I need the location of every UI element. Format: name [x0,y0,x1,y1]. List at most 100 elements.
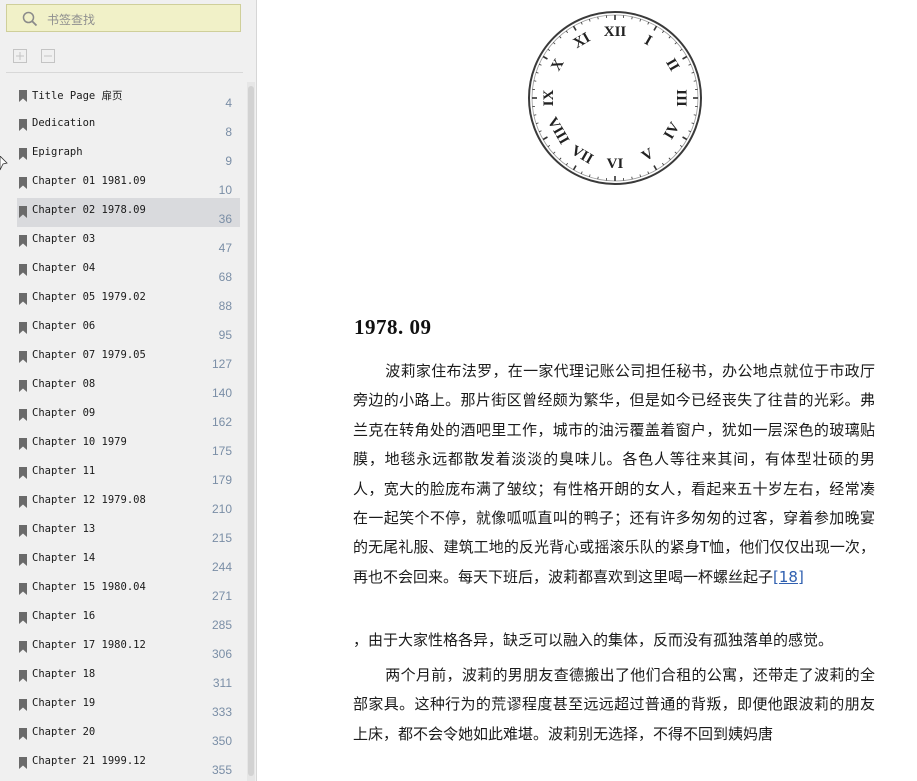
clock-tick [631,176,633,180]
bookmark-label: Chapter 09 [32,407,96,419]
bookmark-label: Chapter 08 [32,378,96,390]
bookmark-page-number: 8 [225,125,232,139]
bookmark-item[interactable]: Chapter 02 1978.09 36 [17,198,240,227]
bookmark-icon [19,641,27,653]
bookmark-page-number: 311 [212,676,232,690]
bookmark-item[interactable]: Chapter 14 244 [17,546,240,575]
bookmark-search-box[interactable] [6,4,241,32]
bookmark-label: Chapter 10 1979 [32,436,127,448]
bookmark-item[interactable]: Chapter 16 285 [17,604,240,633]
clock-numeral: VI [607,156,624,172]
clock-tick [597,16,599,20]
paragraph-1: 波莉家住布法罗，在一家代理记账公司担任秘书，办公地点就位于市政厅旁边的小路上。那… [353,357,875,592]
bookmark-item[interactable]: Title Page 扉页 4 [17,82,240,111]
bookmark-label: Chapter 15 1980.04 [32,581,146,593]
bookmark-label: Chapter 03 [32,233,96,245]
bookmark-icon [19,525,27,537]
bookmark-page-number: 36 [218,212,232,226]
clock-tick [533,114,537,116]
bookmark-page-number: 10 [218,183,232,197]
bookmark-label: Chapter 16 [32,610,96,622]
clock-tick [533,80,537,82]
bookmark-label: Chapter 05 1979.02 [32,291,146,303]
bookmark-item[interactable]: Chapter 04 68 [17,256,240,285]
bookmark-item[interactable]: Chapter 05 1979.02 88 [17,285,240,314]
bookmark-page-number: 179 [211,473,232,487]
bookmark-label: Chapter 17 1980.12 [32,639,146,651]
bookmark-item[interactable]: Chapter 03 47 [17,227,240,256]
bookmark-page-number: 162 [211,415,232,429]
bookmark-page-number: 95 [218,328,232,342]
bookmark-icon [19,90,27,102]
scrollbar-thumb[interactable] [248,86,254,776]
bookmark-item[interactable]: Chapter 10 1979 175 [17,430,240,459]
bookmark-item[interactable]: Chapter 09 162 [17,401,240,430]
bookmark-page-number: 333 [211,705,232,719]
bookmark-item[interactable]: Dedication 8 [17,111,240,140]
bookmark-icon [19,322,27,334]
bookmark-item[interactable]: Chapter 18 311 [17,662,240,691]
bookmark-icon [19,728,27,740]
bookmark-page-number: 350 [211,734,232,748]
bookmark-icon [19,496,27,508]
paragraph-2-text: 两个月前，波莉的男朋友查德搬出了他们合租的公寓，还带走了波莉的全部家具。这种行为… [353,666,875,743]
bookmark-label: Epigraph [32,146,83,158]
bookmark-item[interactable]: Chapter 07 1979.05 127 [17,343,240,372]
bookmark-label: Chapter 02 1978.09 [32,204,146,216]
bookmark-item[interactable]: Chapter 06 95 [17,314,240,343]
bookmark-icon [19,293,27,305]
bookmark-label: Chapter 19 [32,697,96,709]
bookmark-page-number: 68 [218,270,232,284]
collapse-bookmarks-icon[interactable] [40,48,56,64]
bookmark-page-number: 47 [218,241,232,255]
clock-numeral: IX [541,89,557,106]
bookmark-icon [19,264,27,276]
bookmark-page-number: 175 [211,444,232,458]
paragraph-1-text: 波莉家住布法罗，在一家代理记账公司担任秘书，办公地点就位于市政厅旁边的小路上。那… [353,362,875,586]
bookmark-icon [19,380,27,392]
bookmark-item[interactable]: Chapter 01 1981.09 10 [17,169,240,198]
bookmark-label: Chapter 21 1999.12 [32,755,146,767]
clock-tick [693,80,697,82]
bookmark-item[interactable]: Chapter 17 1980.12 306 [17,633,240,662]
expand-bookmarks-icon[interactable] [12,48,28,64]
bookmark-page-number: 127 [211,357,232,371]
bookmark-icon [19,409,27,421]
bookmark-label: Chapter 13 [32,523,96,535]
footnote-link[interactable]: [18] [773,568,804,586]
bookmark-page-number: 244 [211,560,232,574]
bookmark-item[interactable]: Chapter 20 350 [17,720,240,749]
bookmark-item[interactable]: Chapter 19 333 [17,691,240,720]
search-icon [22,11,38,27]
bookmark-item[interactable]: Chapter 21 1999.12 355 [17,749,240,778]
bookmark-page-number: 210 [211,502,232,516]
bookmark-icon [19,119,27,131]
bookmark-icon [19,554,27,566]
bookmark-label: Chapter 20 [32,726,96,738]
bookmark-item[interactable]: Chapter 12 1979.08 210 [17,488,240,517]
bookmark-label: Chapter 12 1979.08 [32,494,146,506]
bookmark-page-number: 355 [211,763,232,777]
clock-numeral: XII [604,24,627,40]
bookmark-icon [19,438,27,450]
bookmark-item[interactable]: Chapter 13 215 [17,517,240,546]
bookmark-item[interactable]: Chapter 11 179 [17,459,240,488]
bookmark-label: Chapter 06 [32,320,96,332]
mouse-cursor-icon [0,156,8,171]
bookmark-item[interactable]: Chapter 15 1980.04 271 [17,575,240,604]
bookmark-item[interactable]: Epigraph 9 [17,140,240,169]
bookmark-search-input[interactable] [45,9,239,31]
bookmark-icon [19,612,27,624]
chapter-title: 1978. 09 [354,315,432,339]
bookmark-icon [19,235,27,247]
bookmark-page-number: 88 [218,299,232,313]
sidebar-scrollbar[interactable] [247,82,255,781]
bookmark-page-number: 285 [211,618,232,632]
paragraph-1-continuation: ，由于大家性格各异，缺乏可以融入的集体，反而没有孤独落单的感觉。 [353,631,834,649]
bookmark-item[interactable]: Chapter 08 140 [17,372,240,401]
bookmark-label: Chapter 18 [32,668,96,680]
bookmark-page-number: 215 [211,531,232,545]
bookmark-icon [19,148,27,160]
bookmark-icon [19,351,27,363]
bookmark-page-number: 140 [211,386,232,400]
